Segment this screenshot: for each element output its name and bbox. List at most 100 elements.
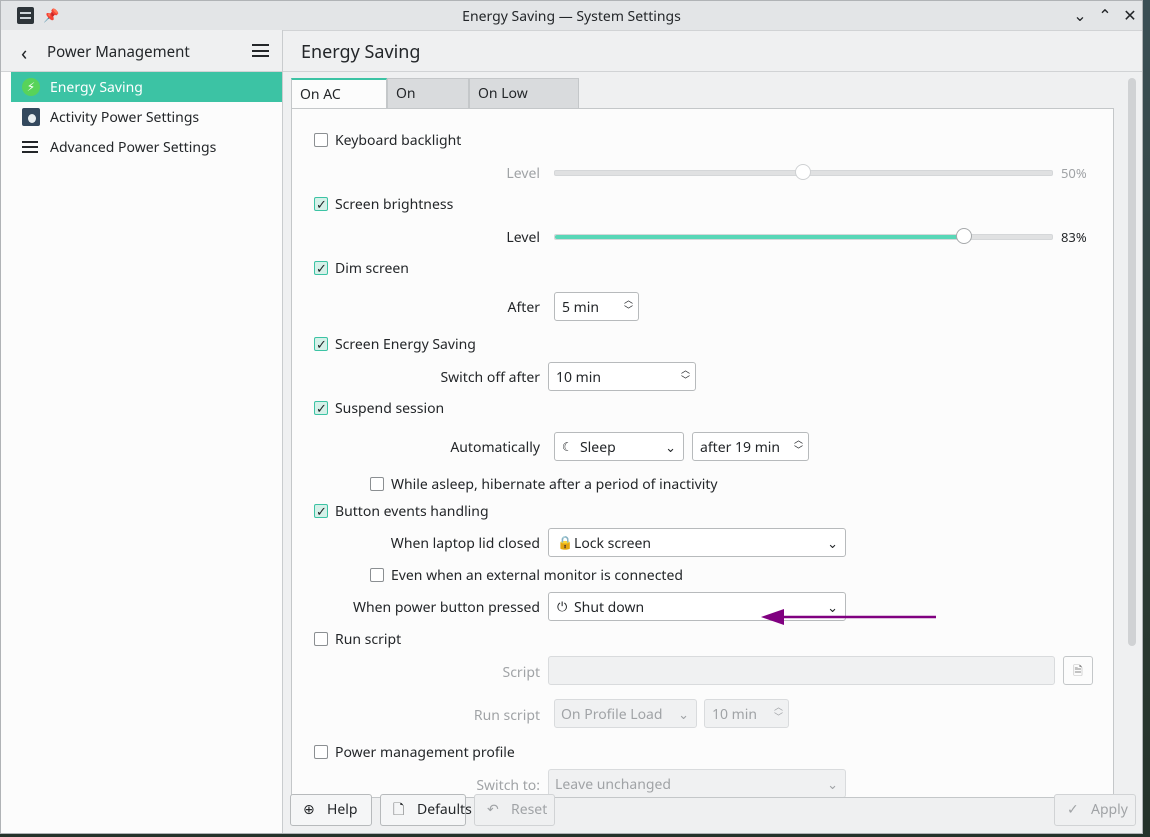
- sidebar-item-energy-saving[interactable]: ⚡ Energy Saving: [11, 72, 282, 102]
- chevron-down-icon: ⌄: [827, 775, 838, 793]
- lid-closed-combobox[interactable]: 🔒 Lock screen ⌄: [548, 528, 846, 557]
- run-script-checkbox[interactable]: [314, 632, 328, 646]
- combobox-value: Shut down: [574, 598, 645, 617]
- dim-screen-label: Dim screen: [335, 259, 409, 278]
- document-icon: 🗋: [393, 800, 405, 819]
- tab-on-low-battery[interactable]: On Low Battery: [469, 78, 579, 133]
- menu-icon: [22, 138, 40, 156]
- suspend-after-spinbox[interactable]: after 19 min ︿ ﹀: [692, 432, 809, 461]
- tab-on-battery[interactable]: On Battery: [387, 78, 469, 133]
- reset-button-label: Reset: [511, 800, 548, 819]
- screen-brightness-label: Screen brightness: [335, 195, 454, 214]
- slider-handle[interactable]: [795, 164, 811, 180]
- keyboard-backlight-checkbox[interactable]: [314, 133, 328, 147]
- run-script-when-label: Run script: [473, 706, 540, 725]
- chevron-down-icon: ⌄: [665, 438, 676, 456]
- hamburger-menu-icon[interactable]: [252, 44, 269, 57]
- file-browse-icon[interactable]: 🗎: [1063, 656, 1093, 685]
- external-monitor-label: Even when an external monitor is connect…: [391, 566, 683, 585]
- dim-screen-after-spinbox[interactable]: 5 min ︿ ﹀: [554, 292, 639, 321]
- sidebar-item-label: Activity Power Settings: [50, 108, 200, 127]
- screen-brightness-level-label: Level: [506, 228, 540, 247]
- minimize-chevron-down-icon[interactable]: ⌄: [1070, 5, 1090, 25]
- combobox-value: Lock screen: [574, 534, 652, 553]
- defaults-button-label: Defaults: [417, 800, 472, 819]
- maximize-chevron-up-icon[interactable]: ⌃: [1095, 5, 1115, 25]
- sidebar-item-advanced-power[interactable]: Advanced Power Settings: [11, 132, 282, 162]
- main-header: Energy Saving: [283, 30, 1142, 72]
- keyboard-backlight-slider[interactable]: [554, 164, 1053, 180]
- run-script-label: Run script: [335, 630, 402, 649]
- spinbox-arrows-icon[interactable]: ︿ ﹀: [774, 702, 783, 722]
- run-script-when-combobox[interactable]: On Profile Load ⌄: [554, 699, 697, 728]
- lid-closed-label: When laptop lid closed: [390, 534, 540, 553]
- checkmark-icon: ✓: [1067, 800, 1079, 819]
- combobox-value: Leave unchanged: [555, 775, 672, 794]
- power-profile-label: Power management profile: [335, 743, 515, 762]
- automatically-label: Automatically: [450, 438, 540, 457]
- suspend-action-combobox[interactable]: ☾ Sleep ⌄: [554, 432, 684, 461]
- system-settings-window: 📌 Energy Saving — System Settings ⌄ ⌃ ✕ …: [0, 0, 1143, 834]
- sidebar-header: ‹ Power Management: [1, 30, 282, 72]
- power-icon: ⏻: [557, 597, 568, 615]
- power-profile-checkbox[interactable]: [314, 745, 328, 759]
- chevron-down-icon: ⌄: [827, 534, 838, 552]
- title-bar: 📌 Energy Saving — System Settings ⌄ ⌃ ✕: [1, 1, 1142, 31]
- sidebar-item-activity-power[interactable]: Activity Power Settings: [11, 102, 282, 132]
- screen-energy-saving-label: Screen Energy Saving: [335, 335, 476, 354]
- suspend-session-checkbox[interactable]: [314, 399, 328, 417]
- annotation-arrow: [761, 609, 936, 625]
- script-path-input[interactable]: [548, 656, 1055, 685]
- external-monitor-checkbox[interactable]: [370, 568, 384, 582]
- sidebar-item-label: Advanced Power Settings: [50, 138, 217, 157]
- screen-energy-saving-checkbox[interactable]: [314, 335, 328, 353]
- keyboard-backlight-label: Keyboard backlight: [335, 131, 462, 150]
- help-button-label: Help: [327, 800, 358, 819]
- defaults-button[interactable]: 🗋 Defaults: [380, 794, 472, 826]
- combobox-value: On Profile Load: [561, 705, 663, 724]
- chevron-down-icon: ⌄: [678, 705, 689, 723]
- hibernate-checkbox[interactable]: [370, 477, 384, 491]
- window-title: Energy Saving — System Settings: [462, 7, 681, 26]
- slider-handle[interactable]: [956, 228, 972, 244]
- spinbox-value: after 19 min: [700, 438, 781, 457]
- close-icon[interactable]: ✕: [1120, 5, 1140, 25]
- power-button-label: When power button pressed: [352, 598, 540, 617]
- button-events-checkbox[interactable]: [314, 502, 328, 520]
- apply-button[interactable]: ✓ Apply: [1054, 794, 1136, 826]
- scrollbar[interactable]: [1128, 78, 1136, 646]
- keyboard-backlight-level-value: 50%: [1061, 164, 1087, 182]
- sidebar-title: Power Management: [47, 42, 190, 62]
- keyboard-backlight-level-label: Level: [506, 164, 540, 183]
- page-title: Energy Saving: [301, 40, 421, 64]
- reset-button[interactable]: ↶ Reset: [474, 794, 555, 826]
- back-chevron-icon[interactable]: ‹: [21, 39, 27, 66]
- dim-screen-after-label: After: [507, 298, 541, 317]
- run-script-time-spinbox[interactable]: 10 min ︿ ﹀: [704, 699, 789, 728]
- slider-fill: [555, 235, 967, 239]
- sleep-moon-icon: ☾: [562, 438, 573, 455]
- lock-icon: 🔒: [557, 533, 574, 551]
- activity-icon: [22, 108, 40, 126]
- spinbox-arrows-icon[interactable]: ︿ ﹀: [681, 365, 690, 385]
- help-button[interactable]: ⊕ Help: [290, 794, 372, 826]
- dim-screen-checkbox[interactable]: [314, 259, 328, 277]
- spinbox-arrows-icon[interactable]: ︿ ﹀: [624, 295, 633, 315]
- tab-on-ac-power[interactable]: On AC Power: [291, 78, 387, 134]
- screen-brightness-slider[interactable]: [554, 228, 1053, 244]
- lightning-icon: ⚡: [22, 78, 40, 96]
- sidebar-item-label: Energy Saving: [50, 78, 143, 97]
- help-lifebuoy-icon: ⊕: [303, 800, 315, 819]
- script-label: Script: [502, 663, 540, 682]
- switch-off-after-spinbox[interactable]: 10 min ︿ ﹀: [548, 362, 696, 391]
- switch-to-combobox[interactable]: Leave unchanged ⌄: [548, 769, 846, 797]
- button-events-label: Button events handling: [335, 502, 489, 521]
- settings-panel: Keyboard backlight Level 50% Screen brig…: [291, 108, 1114, 798]
- sidebar: ‹ Power Management ⚡ Energy Saving Activ…: [1, 30, 283, 833]
- spinbox-value: 10 min: [556, 368, 602, 387]
- hibernate-label: While asleep, hibernate after a period o…: [391, 475, 718, 494]
- undo-icon: ↶: [487, 800, 499, 819]
- suspend-session-label: Suspend session: [335, 399, 445, 418]
- spinbox-arrows-icon[interactable]: ︿ ﹀: [794, 435, 803, 455]
- screen-brightness-checkbox[interactable]: [314, 195, 328, 213]
